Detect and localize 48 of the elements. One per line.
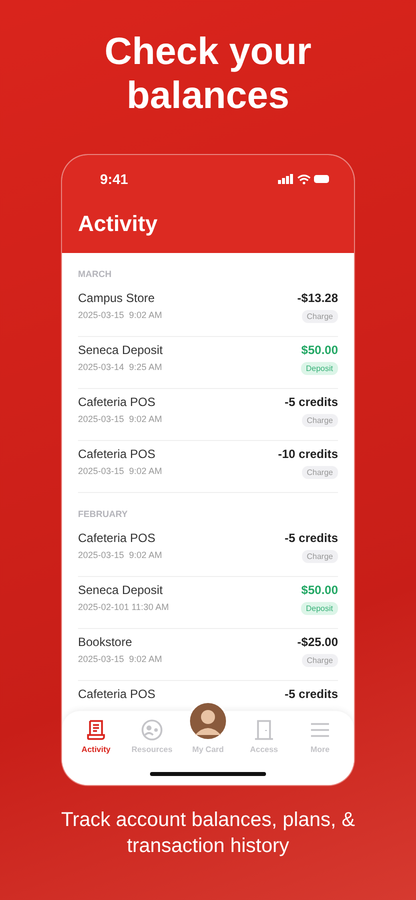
transaction-date: 2025-03-15 9:02 AM (78, 550, 162, 560)
transaction-amount: -5 credits (284, 687, 338, 701)
transaction-amount: -5 credits (284, 531, 338, 545)
transaction-amount: -$13.28 (297, 291, 338, 305)
transaction-date: 2025-03-15 9:02 AM (78, 310, 162, 320)
transaction-tag: Charge (302, 654, 338, 667)
tab[interactable]: Activity (70, 719, 122, 754)
caption: Track account balances, plans, & transaction history (60, 808, 356, 859)
transaction-date: 2025-03-15 9:02 AM (78, 466, 162, 476)
transaction-date: 2025-03-15 9:02 AM (78, 414, 162, 424)
transaction-row[interactable]: Seneca Deposit 2025-02-101 11:30 AM $50.00 Deposit (78, 577, 338, 629)
transaction-name: Seneca Deposit (78, 583, 164, 597)
transaction-row[interactable]: Cafeteria POS 2025-03-15 9:02 AM -10 credits Charge (78, 441, 338, 493)
transaction-name: Cafeteria POS (78, 395, 156, 409)
screen-title: Activity (78, 211, 158, 237)
transaction-amount: -5 credits (284, 395, 338, 409)
transaction-amount: -10 credits (278, 447, 338, 461)
face-icon (141, 719, 163, 741)
transaction-row[interactable]: Campus Store 2025-03-15 9:02 AM -$13.28 Charge (78, 285, 338, 337)
section-label: FEBRUARY (78, 509, 129, 519)
status-icons (278, 173, 330, 185)
transaction-date: 2025-03-15 9:02 AM (78, 654, 162, 664)
section-label: MARCH (78, 269, 112, 279)
door-icon (253, 719, 275, 741)
transaction-name: Cafeteria POS (78, 447, 156, 461)
transaction-row[interactable]: Cafeteria POS 2025-03-15 9:02 AM -5 credits Charge (78, 525, 338, 577)
transaction-name: Seneca Deposit (78, 343, 163, 357)
transaction-tag: Deposit (300, 602, 338, 615)
receipt-icon (85, 719, 107, 741)
headline: Check your balances (104, 30, 312, 119)
transaction-date: 2025-03-14 9:25 AM (78, 362, 163, 372)
transaction-tag: Charge (302, 550, 338, 563)
transaction-amount: $50.00 (301, 583, 338, 597)
transaction-name: Bookstore (78, 635, 134, 649)
transaction-tag: Charge (302, 466, 338, 479)
transaction-amount: $50.00 (301, 343, 338, 357)
transaction-date: 2025-02-101 11:30 AM (78, 602, 169, 612)
transaction-amount: -$25.00 (297, 635, 338, 649)
transaction-name: Cafeteria POS (78, 687, 156, 701)
transaction-row[interactable]: Seneca Deposit 2025-03-14 9:25 AM $50.00 Deposit (78, 337, 338, 389)
status-time: 9:41 (100, 171, 128, 187)
transaction-name: Campus Store (78, 291, 156, 305)
transaction-tag: Deposit (300, 362, 338, 375)
transaction-row[interactable]: Bookstore 2025-03-15 9:02 AM -$25.00 Charge (78, 629, 338, 681)
transaction-tag: Charge (302, 414, 338, 427)
transaction-tag: Charge (302, 310, 338, 323)
transaction-row[interactable]: Cafeteria POS 2025-03-15 9:02 AM -5 credits Charge (78, 389, 338, 441)
transaction-name: Cafeteria POS (78, 531, 156, 545)
